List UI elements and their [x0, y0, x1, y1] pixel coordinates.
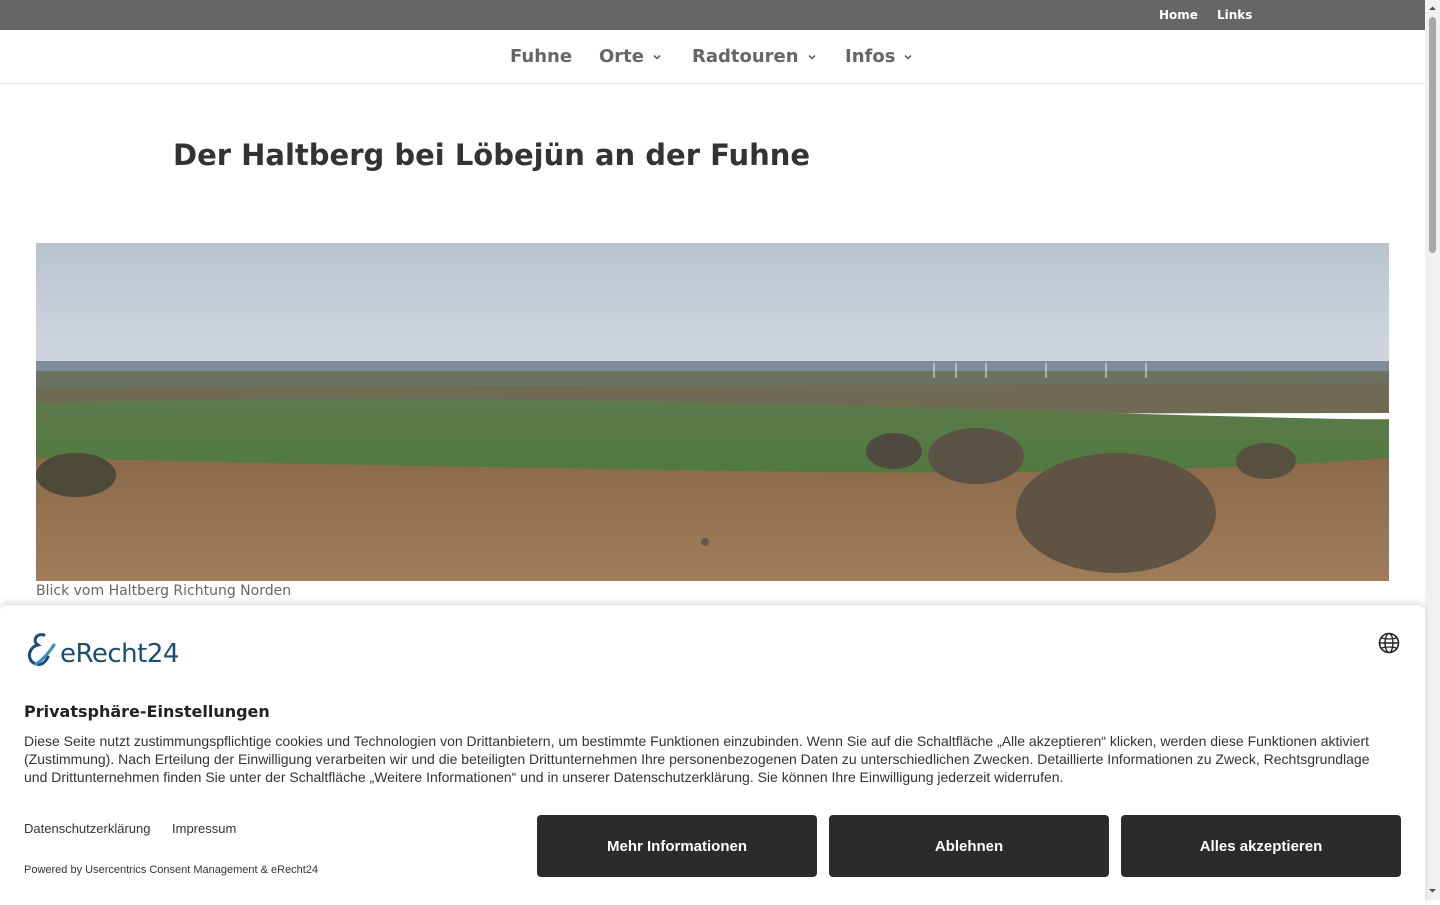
chevron-down-icon — [904, 54, 913, 60]
privacy-policy-link[interactable]: Datenschutzerklärung — [24, 821, 150, 836]
more-information-button[interactable]: Mehr Informationen — [537, 815, 817, 877]
decline-button[interactable]: Ablehnen — [829, 815, 1109, 877]
accept-all-button[interactable]: Alles akzeptieren — [1121, 815, 1401, 877]
landscape-photo — [36, 243, 1389, 581]
page-title: Der Haltberg bei Löbejün an der Fuhne — [173, 138, 811, 172]
nav-item-fuhne[interactable]: Fuhne — [510, 46, 572, 67]
erecht24-logo-text: eRecht24 — [60, 639, 179, 669]
erecht24-logo: eRecht24 — [24, 631, 179, 669]
nav-item-label: Orte — [599, 46, 644, 67]
scroll-down-arrow-icon[interactable] — [1428, 886, 1437, 895]
language-globe-icon[interactable] — [1378, 632, 1400, 654]
chevron-down-icon — [808, 54, 816, 60]
nav-item-label: Radtouren — [692, 46, 799, 67]
consent-banner: eRecht24 Privatsphäre-Einstellungen Dies… — [0, 604, 1425, 905]
scrollbar-thumb[interactable] — [1429, 17, 1436, 253]
nav-item-orte[interactable]: Orte — [599, 46, 662, 67]
top-bar: Home Links — [0, 0, 1425, 30]
main-navigation: Fuhne Orte Radtouren Infos — [0, 30, 1425, 84]
nav-item-radtouren[interactable]: Radtouren — [692, 46, 817, 67]
scroll-up-arrow-icon[interactable] — [1428, 4, 1437, 13]
nav-item-label: Fuhne — [510, 46, 573, 67]
nav-item-label: Infos — [845, 46, 896, 67]
consent-description: Diese Seite nutzt zustimmungspflichtige … — [24, 733, 1370, 785]
nav-item-infos[interactable]: Infos — [845, 46, 913, 67]
chevron-down-icon — [653, 54, 661, 60]
erecht24-logo-icon — [28, 633, 56, 666]
top-link-home[interactable]: Home — [1159, 8, 1198, 22]
image-caption: Blick vom Haltberg Richtung Norden — [36, 583, 292, 599]
imprint-link[interactable]: Impressum — [172, 821, 236, 836]
consent-title: Privatsphäre-Einstellungen — [24, 702, 270, 721]
powered-by-text: Powered by Usercentrics Consent Manageme… — [24, 864, 319, 876]
top-link-links[interactable]: Links — [1217, 8, 1252, 22]
